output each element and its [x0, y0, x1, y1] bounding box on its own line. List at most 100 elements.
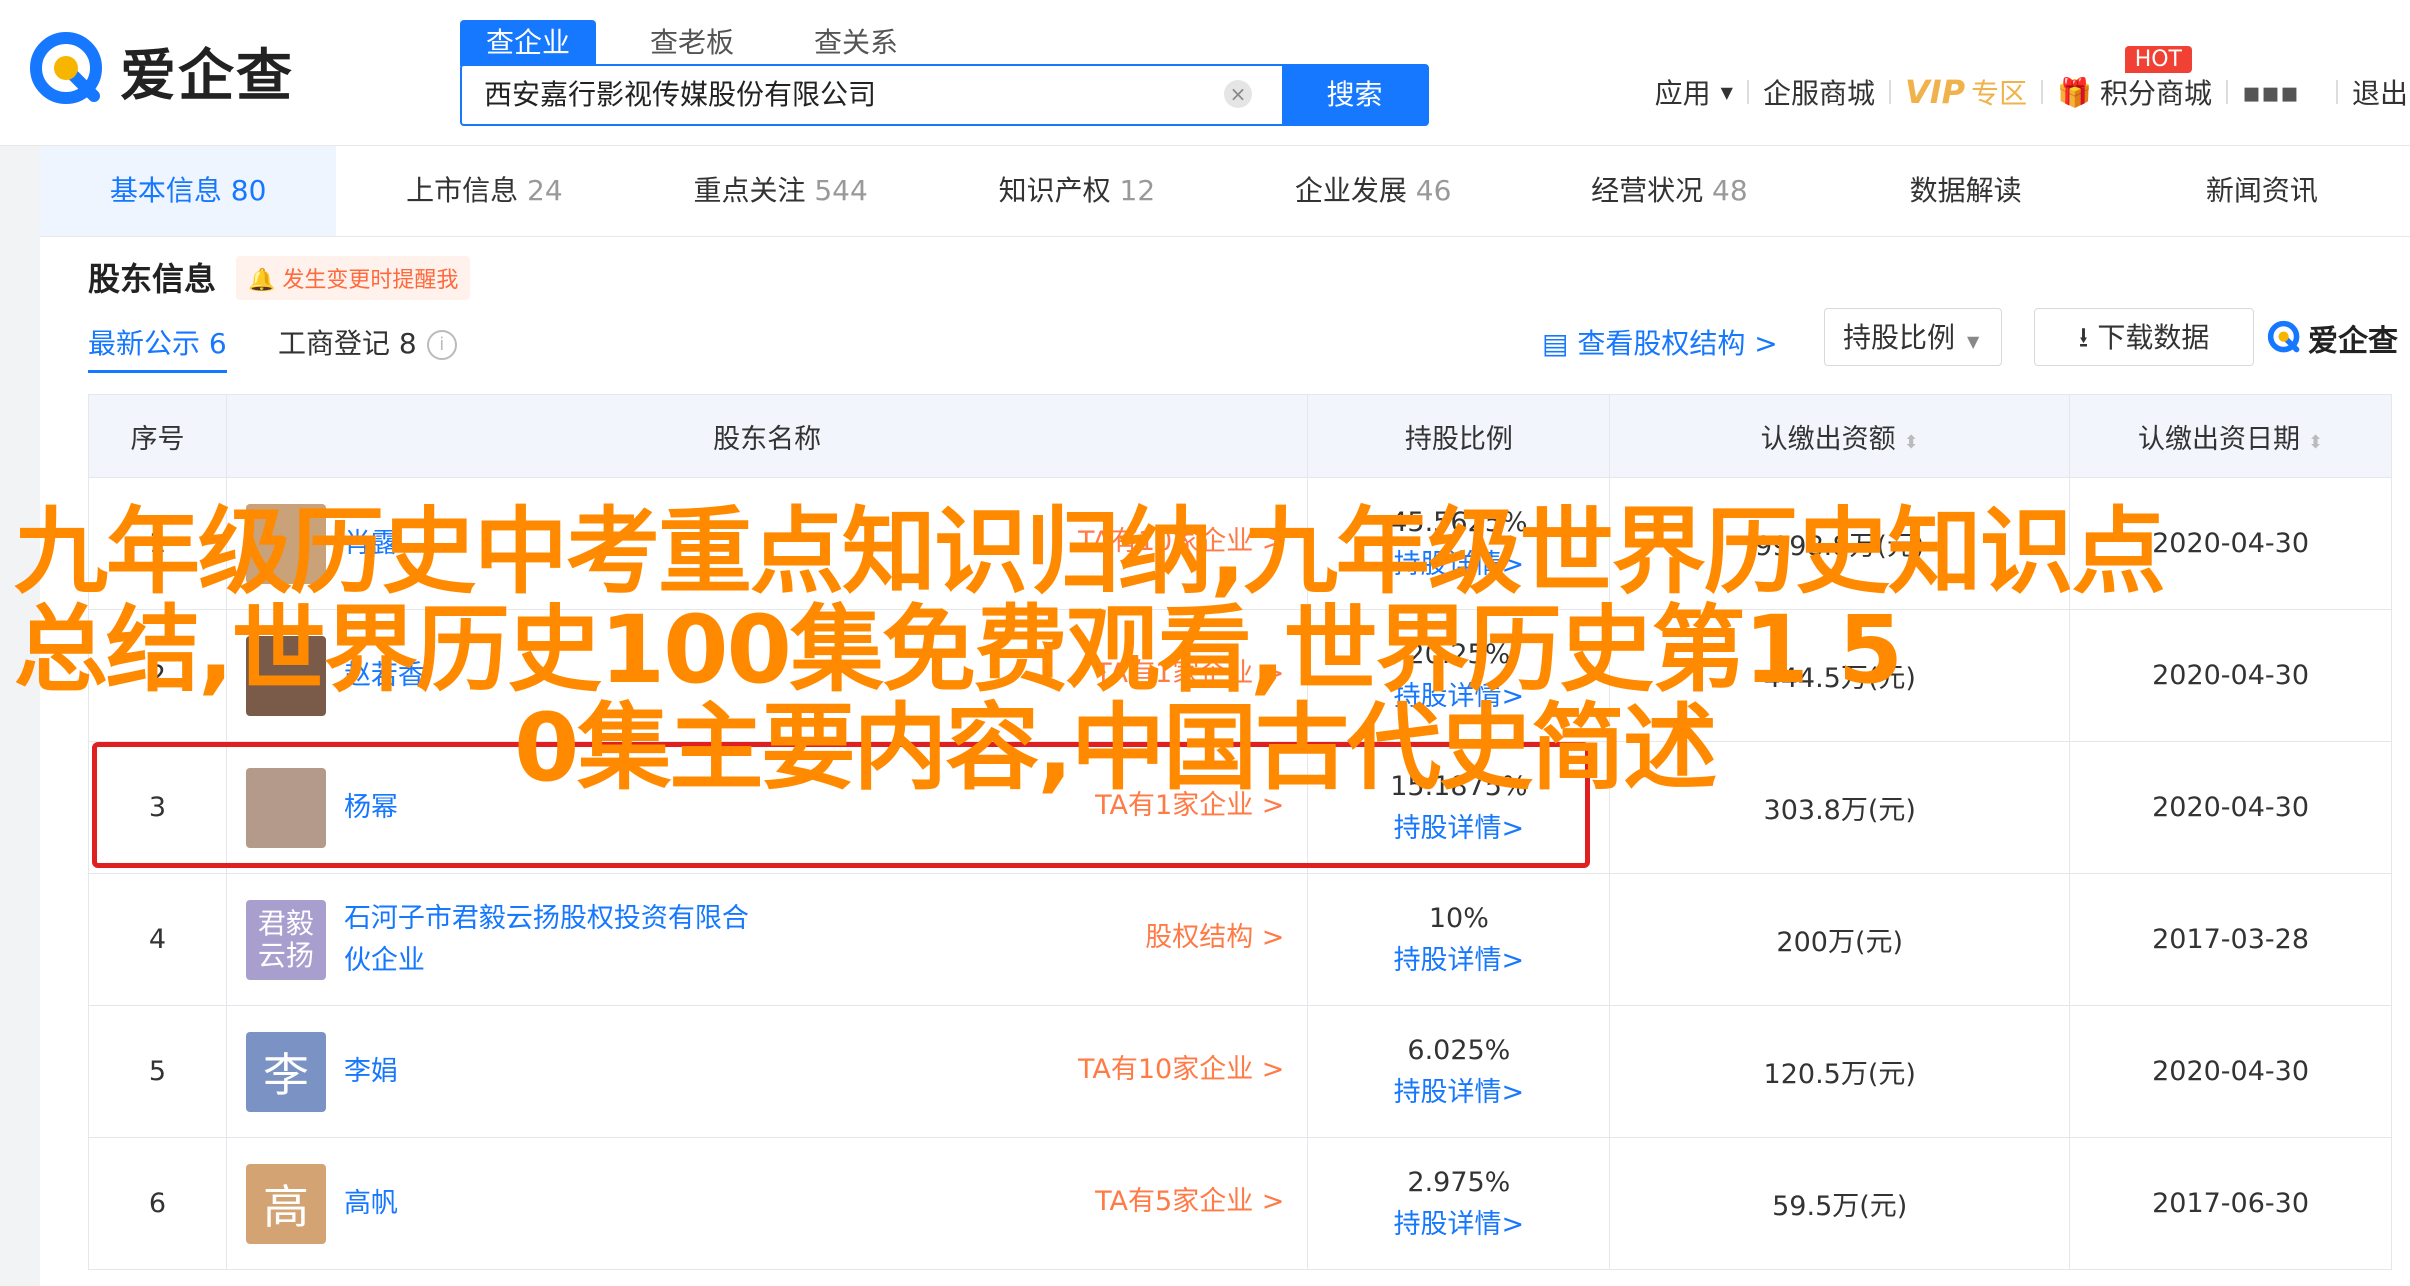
holding-detail-link[interactable]: 持股详情> [1309, 676, 1608, 718]
date-cell: 2020-04-30 [2069, 477, 2392, 610]
holding-detail-link[interactable]: 持股详情> [1309, 1204, 1608, 1246]
avatar[interactable] [245, 503, 326, 584]
search-tabs: 查企业 查老板 查关系 [460, 20, 952, 66]
shareholder-name-link[interactable]: 高帆 [344, 1183, 398, 1225]
col-date[interactable]: 认缴出资日期 ⬍ [2069, 394, 2392, 478]
sort-icon[interactable]: ⬍ [2308, 432, 2323, 453]
tab-listing-info[interactable]: 上市信息 24 [336, 146, 632, 236]
caret-down-icon: ▼ [1967, 332, 1980, 351]
related-companies-link[interactable]: TA有5家企业 > [1095, 1179, 1284, 1218]
related-companies-link[interactable]: 股权结构 > [1145, 915, 1284, 954]
app-menu-label: 应用 [1654, 77, 1711, 110]
logo-icon [2267, 320, 2300, 353]
amount-cell: 444.5万(元) [1609, 609, 2071, 742]
date-cell: 2017-06-30 [2069, 1137, 2392, 1270]
change-remind-button[interactable]: 🔔 发生变更时提醒我 [236, 256, 471, 300]
sort-icon[interactable]: ⬍ [1904, 432, 1919, 453]
points-mall-label: 积分商城 [2099, 77, 2212, 110]
related-companies-link[interactable]: TA有1家企业 > [1095, 651, 1284, 690]
row-index: 4 [88, 873, 227, 1006]
shareholder-name-link[interactable]: 石河子市君毅云扬股权投资有限合伙企业 [344, 898, 764, 982]
date-cell: 2020-04-30 [2069, 609, 2392, 742]
amount-cell: 9998.8万(元) [1609, 477, 2071, 610]
col-shareholder: 股东名称 [225, 394, 1309, 478]
amount-cell: 200万(元) [1609, 873, 2071, 1006]
col-amount[interactable]: 认缴出资额 ⬍ [1609, 394, 2071, 478]
download-icon: ⭳ [2078, 321, 2089, 354]
ratio-cell: 10% 持股详情> [1307, 873, 1611, 1006]
shareholder-name-link[interactable]: 赵若香 [344, 655, 425, 697]
logo-text: 爱企查 [120, 43, 294, 109]
search-tab-boss[interactable]: 查老板 [624, 20, 760, 66]
caret-down-icon: ▼ [1720, 82, 1733, 102]
avatar[interactable] [245, 767, 326, 848]
related-companies-link[interactable]: TA有10家企业 > [1078, 1047, 1284, 1086]
search-tab-company[interactable]: 查企业 [460, 20, 597, 66]
ratio-value: 45.5625% [1390, 506, 1528, 538]
tab-development[interactable]: 企业发展 46 [1225, 146, 1521, 236]
row-index: 6 [88, 1137, 227, 1270]
search-button[interactable]: 搜索 [1282, 66, 1427, 124]
view-equity-structure-link[interactable]: ▤ 查看股权结构 > [1542, 322, 1778, 362]
holding-detail-link[interactable]: 持股详情> [1309, 808, 1608, 850]
logout-link[interactable]: 退出 [2338, 72, 2410, 112]
logo-icon [28, 30, 110, 112]
app-menu[interactable]: 应用 ▼ [1641, 72, 1747, 112]
table-row: 2 赵若香 TA有1家企业 > 20.25% 持股详情> 444.5万(元) 2… [88, 609, 2392, 742]
shareholder-cell: 肖露 TA有10家企业 > [225, 477, 1309, 610]
related-companies-link[interactable]: TA有1家企业 > [1095, 783, 1284, 822]
shareholder-name-link[interactable]: 杨幂 [344, 787, 398, 829]
section-title: 股东信息 [88, 260, 217, 298]
brand-watermark: 爱企查 [2266, 316, 2398, 360]
tab-news[interactable]: 新闻资讯 [2114, 146, 2410, 236]
shareholder-cell: 赵若香 TA有1家企业 > [225, 609, 1309, 742]
ratio-value: 20.25% [1407, 638, 1511, 670]
shareholder-name-link[interactable]: 李娟 [344, 1051, 398, 1093]
shareholder-name-link[interactable]: 肖露 [344, 523, 398, 565]
search-input[interactable]: 西安嘉行影视传媒股份有限公司 [462, 66, 1282, 124]
hot-badge: HOT [2124, 46, 2192, 73]
service-mall-link[interactable]: 企服商城 [1749, 72, 1889, 112]
related-companies-link[interactable]: TA有10家企业 > [1078, 519, 1284, 558]
logo[interactable]: 爱企查 [28, 30, 294, 112]
search-box: 西安嘉行影视传媒股份有限公司 × 搜索 [460, 64, 1429, 126]
clear-icon[interactable]: × [1224, 80, 1252, 108]
tab-operations[interactable]: 经营状况 48 [1521, 146, 1817, 236]
avatar[interactable] [245, 635, 326, 716]
tab-data-analysis[interactable]: 数据解读 [1818, 146, 2114, 236]
tab-key-focus[interactable]: 重点关注 544 [633, 146, 929, 236]
tab-latest-publication[interactable]: 最新公示 6 [88, 322, 227, 373]
tab-basic-info[interactable]: 基本信息 80 [40, 146, 337, 236]
download-button[interactable]: ⭳ 下载数据 [2034, 308, 2254, 366]
remind-label: 发生变更时提醒我 [282, 268, 459, 293]
search-tab-relation[interactable]: 查关系 [788, 20, 924, 66]
info-icon[interactable]: i [426, 330, 457, 360]
col-ratio: 持股比例 [1307, 394, 1611, 478]
table-row: 6 高 高帆 TA有5家企业 > 2.975% 持股详情> 59.5万(元) 2… [88, 1137, 2392, 1270]
points-mall-link[interactable]: 🎁 积分商城 [2043, 72, 2226, 112]
avatar[interactable]: 李 [245, 1031, 326, 1112]
vip-zone-link[interactable]: VIP 专区 [1891, 72, 2041, 112]
top-bar: 爱企查 查企业 查老板 查关系 西安嘉行影视传媒股份有限公司 × 搜索 HOT … [0, 0, 2410, 146]
amount-cell: 303.8万(元) [1609, 741, 2071, 874]
holding-detail-link[interactable]: 持股详情> [1309, 1072, 1608, 1114]
vip-zone-label: 专区 [1971, 77, 2028, 110]
shareholder-cell: 杨幂 TA有1家企业 > [225, 741, 1309, 874]
chart-icon: ▤ [1542, 327, 1569, 360]
avatar[interactable]: 君毅 云扬 [245, 899, 326, 980]
date-cell: 2020-04-30 [2069, 741, 2392, 874]
holding-detail-link[interactable]: 持股详情> [1309, 940, 1608, 982]
tab-business-registration[interactable]: 工商登记 8i [278, 322, 457, 362]
bell-icon: 🔔 [248, 268, 276, 293]
tab-ip[interactable]: 知识产权 12 [929, 146, 1225, 236]
avatar[interactable]: 高 [245, 1163, 326, 1244]
date-cell: 2017-03-28 [2069, 873, 2392, 1006]
table-row: 5 李 李娟 TA有10家企业 > 6.025% 持股详情> 120.5万(元)… [88, 1005, 2392, 1138]
ratio-value: 2.975% [1407, 1166, 1511, 1198]
user-menu[interactable]: ▪▪▪ [2228, 76, 2336, 109]
top-nav: 应用 ▼ 企服商城 VIP 专区 🎁 积分商城 ▪▪▪ 退出 [1641, 72, 2410, 112]
holding-detail-link[interactable]: 持股详情> [1309, 544, 1608, 586]
ratio-value: 6.025% [1407, 1034, 1511, 1066]
table-row: 4 君毅 云扬 石河子市君毅云扬股权投资有限合伙企业 股权结构 > 10% 持股… [88, 873, 2392, 1006]
ratio-select[interactable]: 持股比例 ▼ [1824, 308, 2002, 366]
